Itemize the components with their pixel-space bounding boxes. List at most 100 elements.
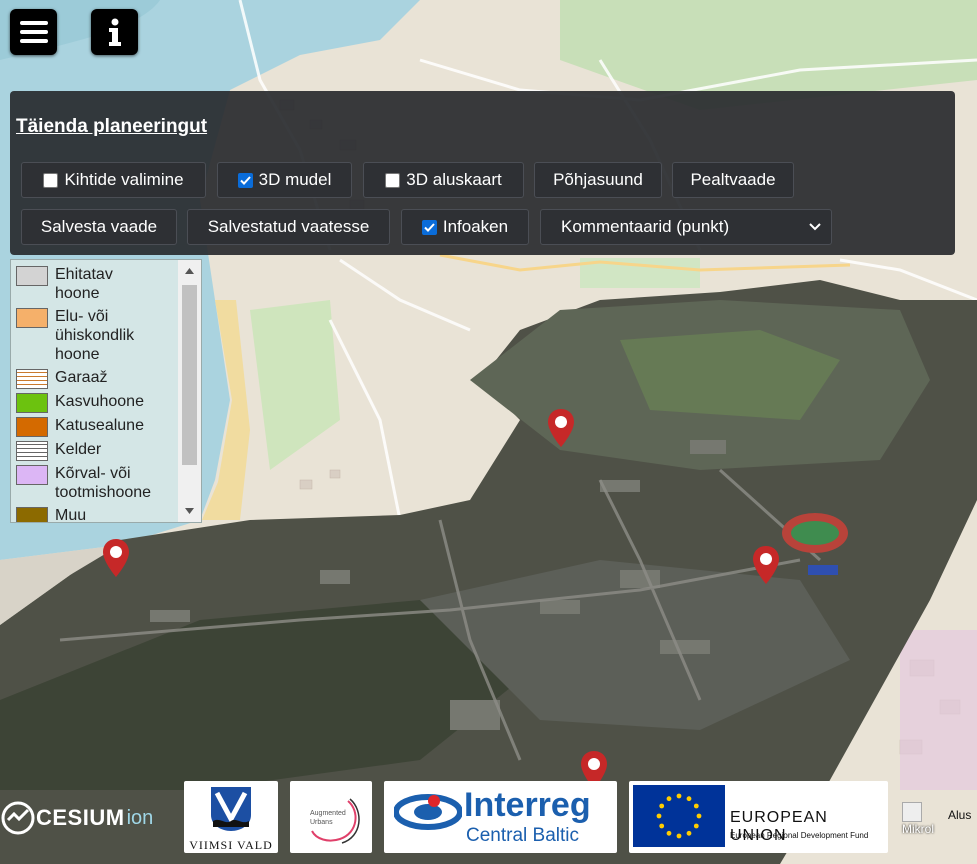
legend-label: Elu- või	[55, 308, 109, 325]
alus-image-alt[interactable]: Alus	[948, 808, 971, 822]
comments-select[interactable]: Kommentaarid (punkt)	[540, 209, 832, 245]
legend-item: Kõrval- või tootmishoone	[16, 464, 151, 502]
layers-label: Kihtide valimine	[64, 170, 184, 189]
infowindow-checkbox[interactable]	[421, 219, 437, 235]
info-button[interactable]	[91, 9, 138, 55]
cesium-logo[interactable]: CESIUM ion	[0, 800, 153, 836]
urbans-text: Urbans	[310, 819, 333, 826]
infowindow-toggle[interactable]: Infoaken	[401, 209, 529, 245]
model3d-label: 3D mudel	[258, 170, 332, 189]
infowindow-label: Infoaken	[442, 217, 509, 236]
planning-toolbar: Täienda planeeringut Kihtide valimine 3D…	[10, 91, 955, 255]
eu-star-icon	[696, 813, 702, 819]
legend-panel: Ehitatav hoone Elu- või ühiskondlik hoone G…	[10, 259, 202, 523]
interreg-icon	[394, 794, 462, 830]
augmented-text: Augmented	[310, 810, 346, 817]
legend-item: Kelder	[16, 440, 101, 461]
legend-swatch	[16, 417, 48, 437]
eu-star-icon	[656, 813, 662, 819]
eu-star-icon	[666, 796, 672, 802]
legend-item: Muu	[16, 506, 87, 523]
layers-checkbox[interactable]	[43, 172, 59, 188]
cesium-ion-text: ion	[126, 806, 154, 829]
legend-label: Kõrval- või	[55, 465, 131, 482]
viimsi-text: VIIMSI VALD	[189, 838, 273, 852]
model3d-checkbox[interactable]	[237, 172, 253, 188]
eu-star-icon	[659, 803, 665, 809]
legend-label: Muu	[55, 507, 87, 523]
legend-item: Elu- või ühiskondlik hoone	[16, 307, 134, 364]
eu-star-icon	[666, 830, 672, 836]
eu-star-icon	[676, 833, 682, 839]
toolbar-title[interactable]: Täienda planeeringut	[16, 116, 207, 138]
model3d-toggle[interactable]: 3D mudel	[217, 162, 352, 198]
legend-item: Ehitatav hoone	[16, 265, 113, 303]
scroll-down-icon[interactable]	[185, 508, 194, 514]
basemap3d-label: 3D aluskaart	[406, 170, 502, 189]
legend-swatch	[16, 393, 48, 413]
legend-label: hoone	[55, 346, 100, 363]
central-baltic-text: Central Baltic	[466, 825, 579, 846]
save-view-button[interactable]: Salvesta vaade	[21, 209, 177, 245]
legend-label: ühiskondlik	[55, 327, 135, 344]
layers-toggle[interactable]: Kihtide valimine	[21, 162, 206, 198]
basemap3d-checkbox[interactable]	[385, 172, 401, 188]
scroll-up-icon[interactable]	[185, 268, 194, 274]
eu-star-icon	[676, 793, 682, 799]
comments-select-value: Kommentaarid (punkt)	[561, 217, 730, 236]
scroll-thumb[interactable]	[182, 285, 197, 465]
chevron-down-icon	[809, 223, 821, 231]
eu-flag-icon	[633, 785, 725, 847]
eu-logo[interactable]: EUROPEAN UNION European Regional Develop…	[629, 781, 888, 853]
eu-star-icon	[693, 823, 699, 829]
legend-swatch	[16, 507, 48, 522]
cesium-text: CESIUM	[36, 805, 125, 830]
legend-item: Kasvuhoone	[16, 392, 144, 413]
legend-label: Kasvuhoone	[55, 393, 144, 410]
basemap3d-toggle[interactable]: 3D aluskaart	[363, 162, 524, 198]
eu-star-icon	[686, 830, 692, 836]
legend-label: tootmishoone	[55, 484, 152, 501]
mikrol-image-alt[interactable]: Mikrol	[902, 802, 934, 836]
legend-label: Kelder	[55, 441, 102, 458]
footer-logos: CESIUM ion VIIMSI VALD Augmented Urbans …	[0, 778, 977, 864]
mikrol-text: Mikrol	[902, 822, 934, 836]
eu-fund-text: European Regional Development Fund	[730, 831, 869, 840]
viimsi-crest-icon	[211, 787, 251, 831]
legend-swatch	[16, 308, 48, 328]
legend-label: Garaaž	[55, 369, 108, 386]
legend-label: Ehitatav	[55, 266, 113, 283]
hamburger-icon	[19, 21, 48, 43]
north-label: Põhjasuund	[553, 170, 643, 189]
legend-item: Garaaž	[16, 368, 107, 389]
saved-views-button[interactable]: Salvestatud vaatesse	[187, 209, 390, 245]
legend-swatch	[16, 465, 48, 485]
north-button[interactable]: Põhjasuund	[534, 162, 662, 198]
info-icon	[108, 18, 121, 46]
checkmark-icon	[424, 222, 435, 232]
topview-button[interactable]: Pealtvaade	[672, 162, 794, 198]
eu-star-icon	[659, 823, 665, 829]
eu-star-icon	[693, 803, 699, 809]
alus-text: Alus	[948, 808, 972, 822]
topview-label: Pealtvaade	[690, 170, 776, 189]
comment-marker[interactable]	[752, 545, 780, 585]
comment-marker[interactable]	[547, 408, 575, 448]
save-view-label: Salvesta vaade	[40, 217, 158, 236]
comment-marker[interactable]	[102, 538, 130, 578]
legend-item: Katusealune	[16, 416, 144, 437]
saved-views-label: Salvestatud vaatesse	[207, 217, 370, 236]
legend-scrollbar[interactable]	[178, 260, 201, 522]
cesium-icon	[1, 801, 35, 835]
legend-swatch	[16, 369, 48, 389]
augmented-urbans-logo[interactable]: Augmented Urbans	[290, 781, 372, 853]
legend-swatch	[16, 441, 48, 461]
legend-swatch	[16, 266, 48, 286]
legend-label: hoone	[55, 285, 100, 302]
viimsi-vald-logo[interactable]: VIIMSI VALD	[184, 781, 278, 853]
interreg-logo[interactable]: Interreg Central Baltic	[384, 781, 617, 853]
legend-label: Katusealune	[55, 417, 144, 434]
menu-button[interactable]	[10, 9, 57, 55]
checkmark-icon	[239, 175, 251, 185]
interreg-text: Interreg	[464, 786, 591, 824]
